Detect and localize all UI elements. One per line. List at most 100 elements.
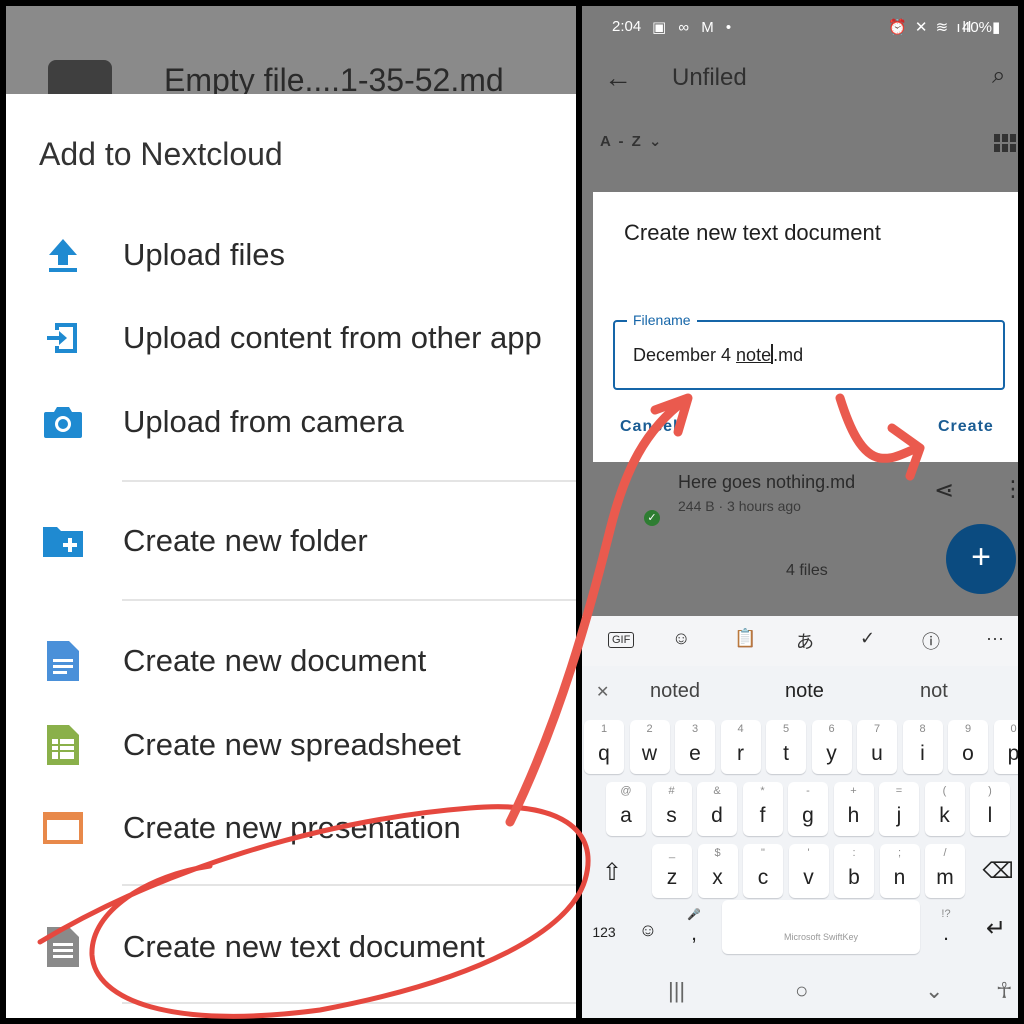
divider bbox=[122, 884, 576, 886]
key-r[interactable]: 4r bbox=[720, 720, 761, 774]
key-s[interactable]: # s bbox=[651, 782, 692, 836]
back-icon[interactable]: ⌄ bbox=[925, 978, 943, 1004]
key-f[interactable]: * f bbox=[742, 782, 783, 836]
key-m[interactable]: / m bbox=[925, 844, 965, 898]
share-icon[interactable]: ⋖ bbox=[934, 476, 954, 505]
key-a[interactable]: @ a bbox=[606, 782, 646, 836]
sticker-icon[interactable]: ☺ bbox=[672, 628, 690, 649]
key-g[interactable]: -g bbox=[788, 782, 828, 836]
filename-value: December 4 note .md bbox=[633, 344, 803, 366]
menu-item-label: Create new spreadsheet bbox=[123, 727, 461, 762]
sort-button[interactable]: A - Z ⌄ bbox=[600, 132, 664, 150]
key-e[interactable]: 3e bbox=[675, 720, 715, 774]
key-j[interactable]: = j bbox=[879, 782, 919, 836]
suggestion-item[interactable]: noted bbox=[650, 680, 700, 703]
keyboard-toolbar: GIF ☺ 📋 あ ✓ ⓘ ··· bbox=[582, 616, 1018, 666]
backspace-key[interactable]: ⌫ bbox=[978, 844, 1018, 898]
sheet-title: Add to Nextcloud bbox=[39, 136, 283, 172]
document-icon bbox=[40, 638, 86, 684]
key-x[interactable]: $ x bbox=[697, 844, 738, 898]
key-p[interactable]: 0p bbox=[993, 720, 1018, 774]
notification-icons: ▣ ∞ M • bbox=[652, 19, 736, 36]
cancel-button[interactable]: Cancel bbox=[620, 418, 678, 436]
suggestion-item[interactable]: note bbox=[785, 680, 824, 703]
menu-item-upload-content[interactable]: Upload content from other app bbox=[6, 303, 576, 373]
check-icon[interactable]: ✓ bbox=[860, 628, 875, 649]
upload-content-icon bbox=[40, 315, 86, 361]
key-v[interactable]: ' v bbox=[788, 844, 829, 898]
comma-key[interactable]: 🎤, bbox=[674, 900, 714, 954]
space-key[interactable]: Microsoft SwiftKey bbox=[722, 900, 920, 954]
presentation-icon bbox=[40, 805, 86, 851]
grid-view-icon[interactable] bbox=[994, 134, 1018, 152]
home-icon[interactable]: ○ bbox=[795, 978, 808, 1004]
file-name: Here goes nothing.md bbox=[678, 472, 856, 492]
recents-icon[interactable]: ||| bbox=[668, 978, 685, 1004]
status-time: 2:04 bbox=[612, 18, 642, 35]
shift-key[interactable]: ⇧ bbox=[590, 844, 634, 898]
menu-item-label: Create new document bbox=[123, 643, 427, 678]
text-document-icon bbox=[40, 924, 86, 970]
numbers-key[interactable]: 123 bbox=[586, 900, 622, 954]
file-count: 4 files bbox=[786, 562, 828, 579]
key-l[interactable]: ) l bbox=[970, 782, 1010, 836]
system-status-icons: ⏰ ✕ ≋ ıll bbox=[888, 19, 974, 36]
app-bar: ← Unfiled ⌕ bbox=[582, 48, 1018, 108]
upload-icon bbox=[40, 232, 86, 278]
enter-key[interactable]: ↵ bbox=[976, 900, 1016, 954]
keyboard: GIF ☺ 📋 あ ✓ ⓘ ··· ✕ noted note not 1q2w3… bbox=[582, 616, 1018, 1018]
page-title: Unfiled bbox=[672, 64, 747, 91]
key-d[interactable]: & d bbox=[697, 782, 737, 836]
key-z[interactable]: _ z bbox=[652, 844, 692, 898]
key-n[interactable]: ; n bbox=[879, 844, 920, 898]
add-fab-button[interactable]: + bbox=[946, 524, 1016, 594]
gif-icon[interactable]: GIF bbox=[608, 632, 635, 648]
period-key[interactable]: !?. bbox=[926, 900, 966, 954]
system-nav-bar: ||| ○ ⌄ ☥ bbox=[582, 968, 1018, 1018]
info-icon[interactable]: ⓘ bbox=[922, 628, 940, 654]
menu-item-upload-files[interactable]: Upload files bbox=[6, 220, 576, 290]
more-options-icon[interactable]: ⋮ bbox=[1002, 476, 1018, 502]
filename-composing-word: note bbox=[736, 345, 772, 365]
key-y[interactable]: 6y bbox=[811, 720, 852, 774]
key-i[interactable]: 8i bbox=[902, 720, 943, 774]
key-h[interactable]: + h bbox=[833, 782, 874, 836]
menu-item-create-folder[interactable]: Create new folder bbox=[6, 506, 576, 576]
close-suggestions-icon[interactable]: ✕ bbox=[596, 682, 609, 702]
create-button[interactable]: Create bbox=[938, 418, 994, 436]
menu-item-create-document[interactable]: Create new document bbox=[6, 626, 576, 696]
translate-icon[interactable]: あ bbox=[796, 628, 814, 654]
key-q[interactable]: 1q bbox=[584, 720, 624, 774]
menu-item-label: Create new text document bbox=[123, 929, 485, 964]
key-k[interactable]: (k bbox=[924, 782, 965, 836]
spreadsheet-icon bbox=[40, 722, 86, 768]
key-w[interactable]: 2w bbox=[629, 720, 670, 774]
add-to-nextcloud-sheet: Add to Nextcloud Upload files Upload con… bbox=[6, 94, 576, 1018]
menu-item-upload-camera[interactable]: Upload from camera bbox=[6, 387, 576, 457]
back-arrow-icon[interactable]: ← bbox=[604, 62, 632, 94]
more-icon[interactable]: ··· bbox=[986, 628, 1004, 649]
key-u[interactable]: 7u bbox=[857, 720, 897, 774]
menu-item-label: Create new presentation bbox=[123, 810, 461, 845]
divider bbox=[122, 1002, 576, 1004]
emoji-key[interactable]: ☺ bbox=[630, 900, 666, 954]
accessibility-icon[interactable]: ☥ bbox=[996, 978, 1012, 1004]
divider bbox=[122, 480, 576, 482]
menu-item-label: Create new folder bbox=[123, 523, 368, 558]
suggestion-item[interactable]: not bbox=[920, 680, 948, 703]
clipboard-icon[interactable]: 📋 bbox=[734, 628, 756, 649]
key-c[interactable]: " c bbox=[743, 844, 783, 898]
key-t[interactable]: 5t bbox=[766, 720, 806, 774]
dialog-title: Create new text document bbox=[624, 220, 881, 245]
key-b[interactable]: :b bbox=[834, 844, 874, 898]
synced-check-icon: ✓ bbox=[644, 510, 660, 526]
menu-item-create-text-document[interactable]: Create new text document bbox=[6, 912, 576, 982]
key-o[interactable]: 9o bbox=[948, 720, 988, 774]
menu-item-create-presentation[interactable]: Create new presentation bbox=[6, 793, 576, 863]
menu-item-create-spreadsheet[interactable]: Create new spreadsheet bbox=[6, 710, 576, 780]
file-row[interactable]: Here goes nothing.md 244 B · 3 hours ago… bbox=[582, 466, 1018, 536]
right-screenshot: 2:04 ▣ ∞ M • ⏰ ✕ ≋ ıll 40%▮ ← Unfiled ⌕ … bbox=[582, 6, 1018, 1018]
search-icon[interactable]: ⌕ bbox=[992, 62, 1005, 90]
file-meta: 244 B · 3 hours ago bbox=[678, 498, 801, 514]
create-text-document-dialog: Create new text document Filename Decemb… bbox=[593, 192, 1018, 462]
